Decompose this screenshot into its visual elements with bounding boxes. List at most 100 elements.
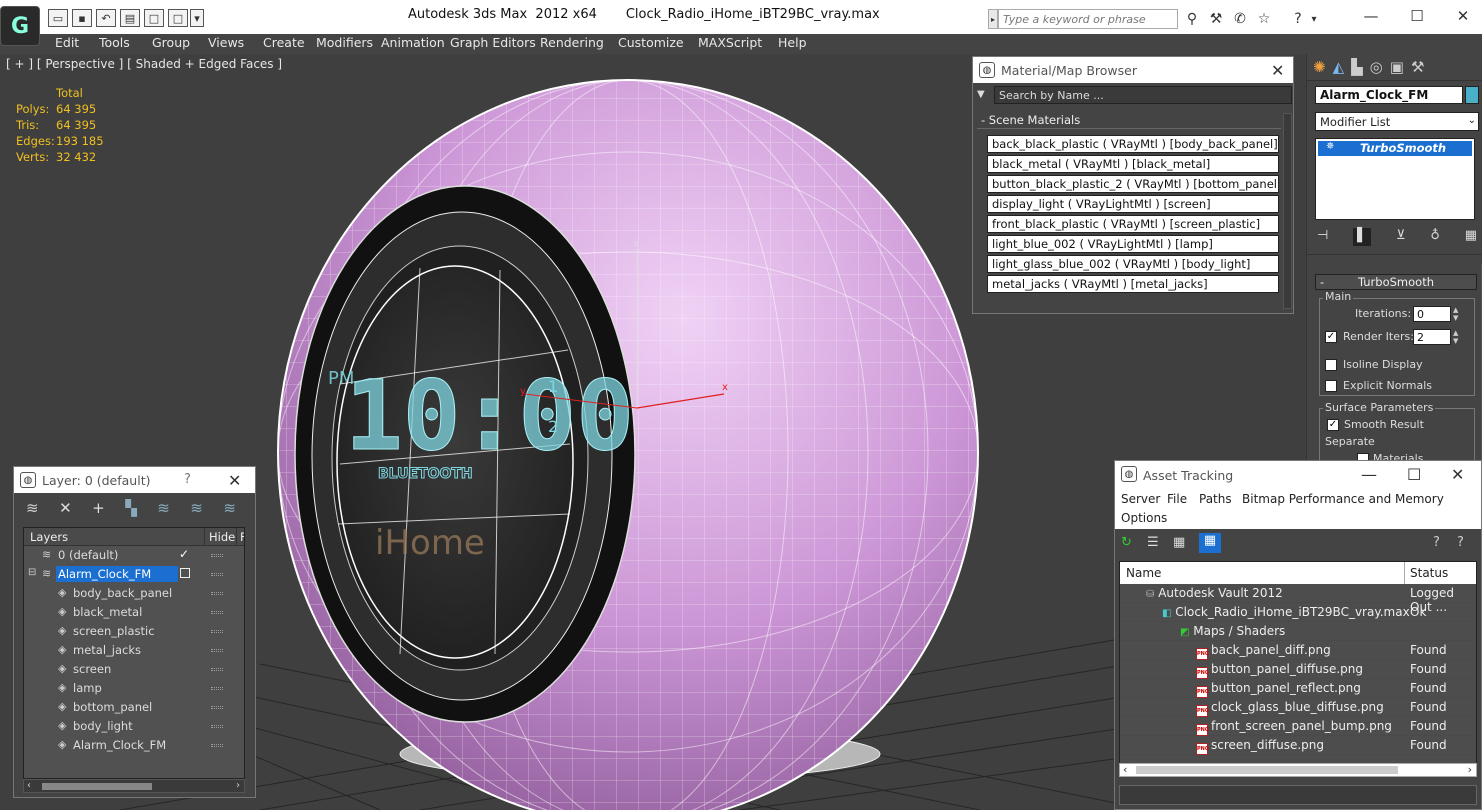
turbosmooth-rollout-header[interactable]: - TurboSmooth	[1315, 274, 1477, 290]
maximize-icon[interactable]: ☐	[1407, 465, 1421, 484]
scroll-left-icon[interactable]: ‹	[27, 780, 31, 791]
table-view-icon[interactable]: ▦	[1199, 533, 1221, 553]
lightbulb-icon[interactable]: ✵	[1326, 141, 1334, 152]
hide-toggle[interactable]	[211, 592, 223, 595]
stack-item-turbosmooth[interactable]: ✵ TurboSmooth	[1318, 141, 1472, 156]
col-name[interactable]: Name	[1126, 566, 1161, 580]
material-item[interactable]: button_black_plastic_2 ( VRayMtl ) [bott…	[987, 175, 1279, 193]
redo-icon[interactable]: □	[168, 9, 188, 27]
refresh-icon[interactable]: ↻	[1121, 535, 1132, 550]
col-layers[interactable]: Layers	[30, 530, 68, 544]
minimize-icon[interactable]: —	[1361, 465, 1377, 484]
explicit-normals-checkbox[interactable]	[1325, 380, 1337, 392]
maximize-icon[interactable]: ☐	[1402, 6, 1432, 26]
scroll-thumb[interactable]	[1136, 766, 1398, 774]
browser-options-icon[interactable]: ▼	[977, 89, 991, 103]
hide-toggle[interactable]	[211, 725, 223, 728]
isoline-checkbox[interactable]	[1325, 359, 1337, 371]
material-list-scrollbar[interactable]	[1283, 113, 1292, 309]
menu-group[interactable]: Group	[152, 34, 190, 54]
asset-path-field[interactable]	[1119, 785, 1477, 805]
modifier-list-dropdown[interactable]: Modifier List ⌄	[1315, 112, 1479, 131]
highlight-layer-icon[interactable]: ≋	[157, 499, 170, 521]
smooth-result-checkbox[interactable]: ✓	[1327, 419, 1339, 431]
iterations-spinner-arrows[interactable]: ▲ ▼	[1453, 306, 1458, 322]
asset-tracking-titlebar[interactable]: ◍ Asset Tracking — ☐ ✕	[1115, 461, 1481, 489]
hide-toggle[interactable]	[211, 630, 223, 633]
menu-options[interactable]: Options	[1121, 511, 1167, 525]
layer-list-hscrollbar[interactable]: ‹ ›	[23, 779, 245, 793]
binoculars-icon[interactable]: ⚲	[1182, 9, 1202, 29]
hide-toggle[interactable]	[211, 744, 223, 747]
quick-access-dropdown-icon[interactable]: ▾	[190, 9, 204, 27]
menu-animation[interactable]: Animation	[381, 34, 445, 54]
material-item[interactable]: light_blue_002 ( VRayLightMtl ) [lamp]	[987, 235, 1279, 253]
material-item[interactable]: display_light ( VRayLightMtl ) [screen]	[987, 195, 1279, 213]
create-layer-icon[interactable]: ≋	[26, 499, 39, 521]
render-iters-spinner[interactable]: 2	[1413, 329, 1451, 345]
thumbnail-view-icon[interactable]: ▦	[1173, 535, 1185, 550]
minimize-icon[interactable]: —	[1356, 6, 1386, 26]
show-end-result-icon[interactable]: ▌	[1353, 228, 1372, 246]
viewport-label-menu[interactable]: [ + ] [ Perspective ] [ Shaded + Edged F…	[6, 57, 282, 71]
menu-modifiers[interactable]: Modifiers	[316, 34, 373, 54]
asset-row-vault[interactable]: ⛁ Autodesk Vault 2012 Logged Out ...	[1120, 584, 1476, 614]
menu-views[interactable]: Views	[208, 34, 244, 54]
select-objects-icon[interactable]: ▚	[125, 499, 137, 521]
menu-create[interactable]: Create	[263, 34, 305, 54]
infocenter-search-input[interactable]: Type a keyword or phrase	[998, 9, 1178, 29]
material-search-input[interactable]: Search by Name ...	[994, 86, 1292, 104]
material-item[interactable]: back_black_plastic ( VRayMtl ) [body_bac…	[987, 135, 1279, 153]
layer-row[interactable]: ≋ 0 (default) ✓	[24, 546, 244, 565]
layer-object-row[interactable]: ◈ bottom_panel	[24, 698, 244, 717]
close-icon[interactable]: ✕	[228, 471, 241, 490]
utilities-tab-icon[interactable]: ⚒	[1411, 58, 1424, 80]
scroll-left-icon[interactable]: ‹	[1123, 763, 1127, 776]
list-view-icon[interactable]: ☰	[1147, 535, 1159, 550]
display-tab-icon[interactable]: ▣	[1390, 58, 1404, 80]
help-button[interactable]: ?	[184, 472, 191, 487]
close-icon[interactable]: ✕	[1451, 465, 1464, 484]
col-freeze[interactable]: F	[240, 530, 244, 544]
help-dropdown-icon[interactable]: ▾	[1308, 9, 1320, 29]
menu-graph-editors[interactable]: Graph Editors	[450, 34, 536, 54]
hide-toggle[interactable]	[211, 573, 223, 576]
menu-maxscript[interactable]: MAXScript	[698, 34, 762, 54]
freeze-all-icon[interactable]: ≋	[223, 499, 236, 521]
asset-row-scene-file[interactable]: ◧ Clock_Radio_iHome_iBT29BC_vray.max Ok	[1120, 603, 1476, 622]
hierarchy-tab-icon[interactable]: ▙	[1351, 58, 1363, 80]
hide-toggle[interactable]	[211, 668, 223, 671]
iterations-spinner[interactable]: 0	[1413, 306, 1451, 322]
undo-icon[interactable]: ↶	[96, 9, 116, 27]
material-item[interactable]: metal_jacks ( VRayMtl ) [metal_jacks]	[987, 275, 1279, 293]
layer-object-row[interactable]: ◈ metal_jacks	[24, 641, 244, 660]
hide-toggle[interactable]	[211, 687, 223, 690]
motion-tab-icon[interactable]: ◎	[1370, 58, 1383, 80]
remove-modifier-icon[interactable]: ♁	[1430, 228, 1440, 246]
asset-row-bitmap[interactable]: PNG clock_glass_blue_diffuse.png Found	[1120, 698, 1476, 717]
subscription-icon[interactable]: ⚒	[1206, 9, 1226, 29]
asset-row-maps-folder[interactable]: ◩ Maps / Shaders	[1120, 622, 1476, 641]
scene-materials-header[interactable]: - Scene Materials	[977, 113, 1281, 129]
help-icon[interactable]: ?	[1433, 535, 1440, 550]
pin-stack-icon[interactable]: ⊣	[1317, 228, 1328, 246]
asset-row-bitmap[interactable]: PNG screen_diffuse.png Found	[1120, 736, 1476, 755]
layer-object-row[interactable]: ◈ screen_plastic	[24, 622, 244, 641]
scroll-thumb[interactable]	[42, 783, 152, 790]
render-iters-spinner-arrows[interactable]: ▲ ▼	[1453, 329, 1458, 345]
hide-toggle[interactable]	[211, 706, 223, 709]
menu-tools[interactable]: Tools	[99, 34, 130, 54]
menu-server[interactable]: Server	[1121, 492, 1160, 506]
material-browser-titlebar[interactable]: ◍ Material/Map Browser ✕	[973, 57, 1293, 83]
favorites-star-icon[interactable]: ☆	[1254, 9, 1274, 29]
col-status[interactable]: Status	[1410, 566, 1448, 580]
set-current-box[interactable]	[180, 568, 190, 578]
make-unique-icon[interactable]: ⊻	[1396, 228, 1406, 246]
hide-toggle[interactable]	[211, 649, 223, 652]
save-icon[interactable]: ▪	[72, 9, 92, 27]
add-to-layer-icon[interactable]: +	[92, 499, 105, 521]
scroll-right-icon[interactable]: ›	[1468, 763, 1472, 776]
close-icon[interactable]: ✕	[1271, 61, 1284, 80]
layer-object-row[interactable]: ◈ body_light	[24, 717, 244, 736]
object-color-swatch[interactable]	[1465, 86, 1479, 104]
